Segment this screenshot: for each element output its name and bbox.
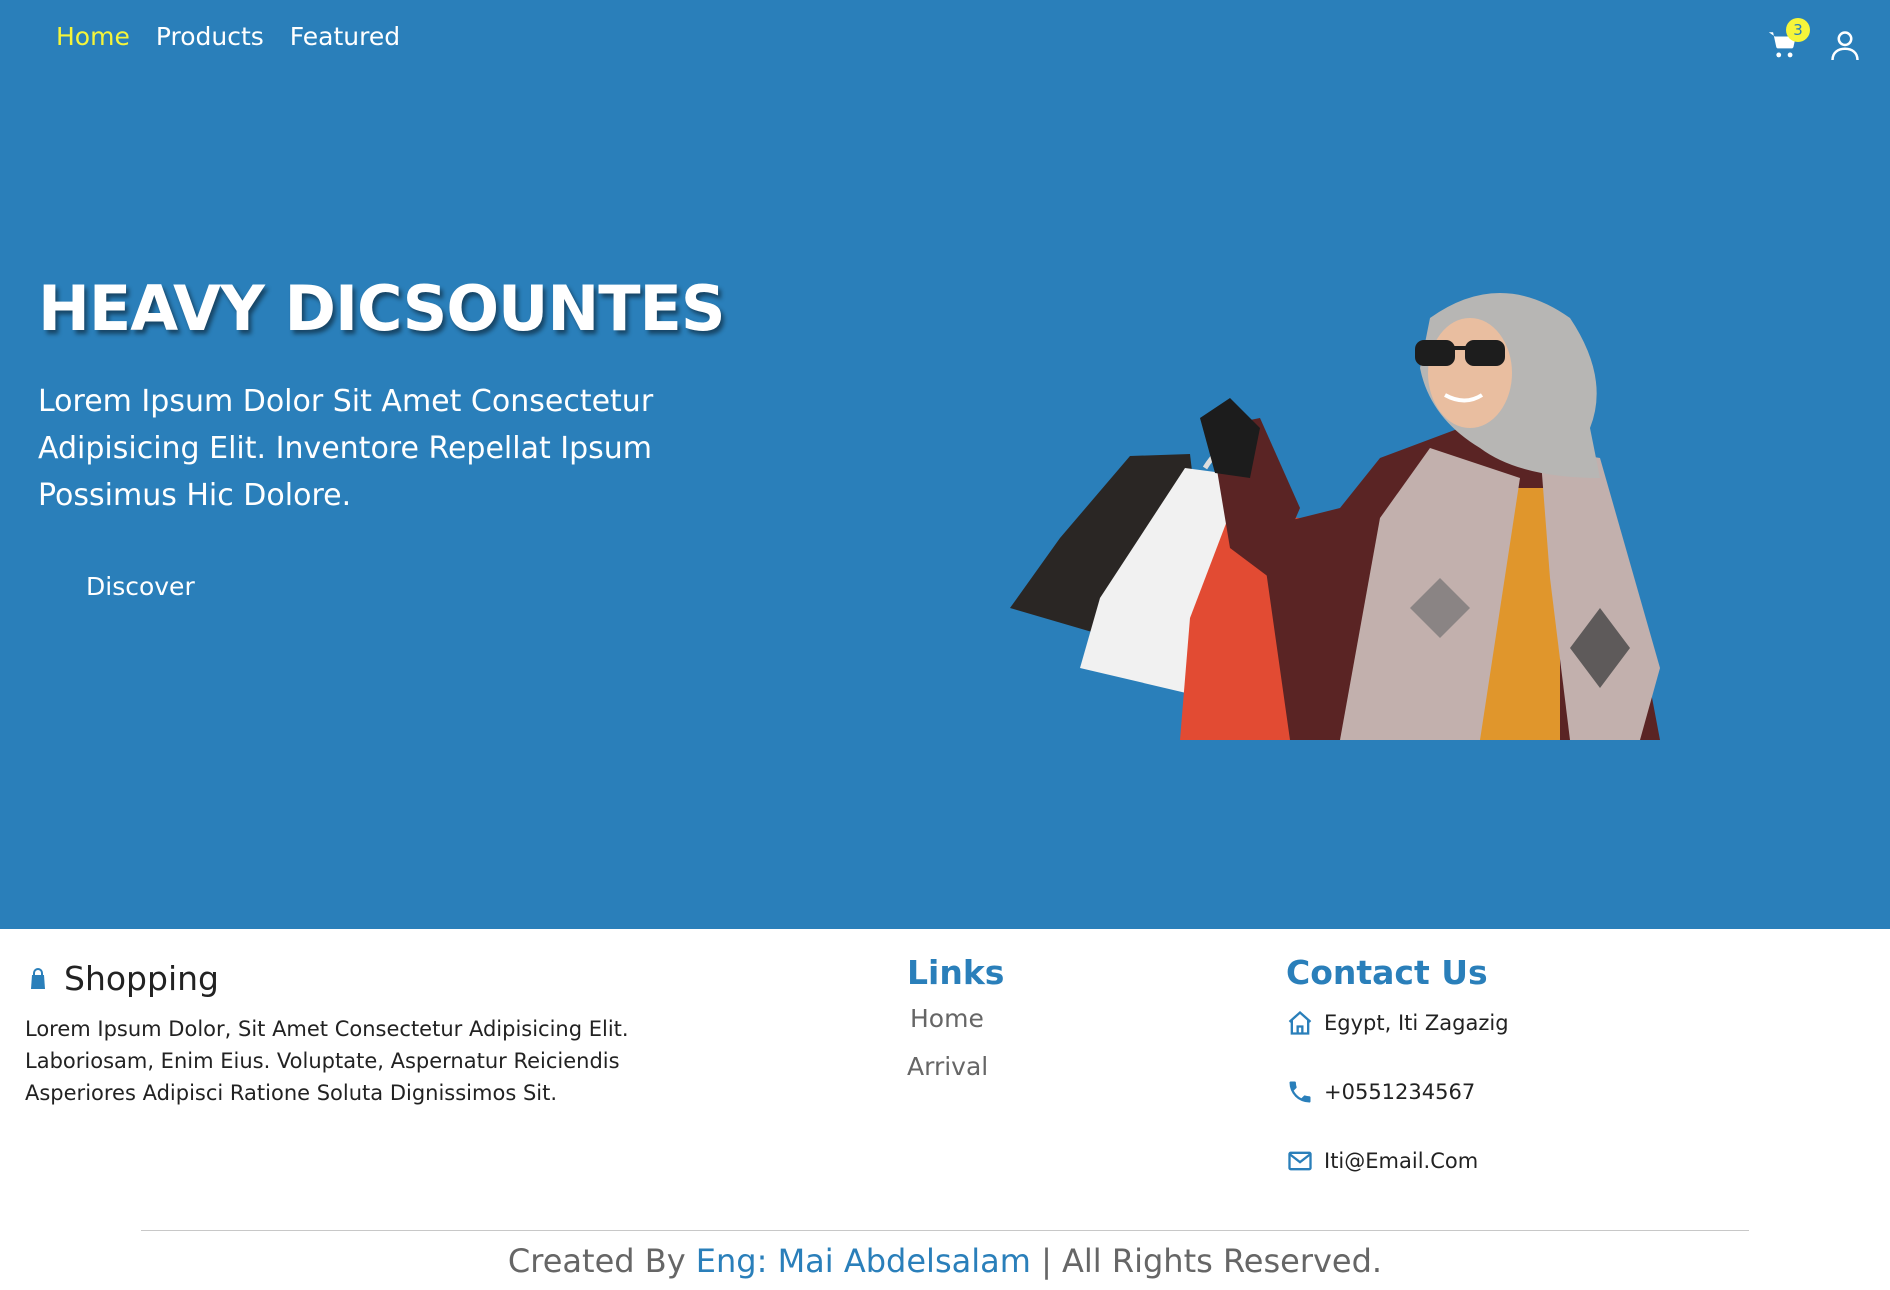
contact-email-text: Iti@Email.Com (1324, 1149, 1479, 1173)
hero-title: HEAVY DICSOUNTES (38, 272, 726, 345)
user-button[interactable] (1830, 28, 1860, 62)
user-icon (1831, 31, 1859, 61)
links-heading: Links (907, 953, 1005, 992)
mail-icon (1288, 1151, 1312, 1171)
footer-link-home[interactable]: Home (910, 1004, 984, 1033)
shopping-bag-icon (31, 967, 45, 989)
nav-item-featured[interactable]: Featured (290, 22, 400, 51)
contact-address: Egypt, Iti Zagazig (1286, 1009, 1509, 1037)
contact-address-text: Egypt, Iti Zagazig (1324, 1011, 1509, 1035)
hero-shopper-illustration (1010, 293, 1660, 740)
home-icon (1288, 1010, 1312, 1035)
contact-email: Iti@Email.Com (1286, 1147, 1478, 1175)
contact-phone-text: +0551234567 (1324, 1080, 1476, 1104)
cart-button[interactable]: 3 (1766, 18, 1810, 62)
brand-title: Shopping (64, 959, 219, 998)
contact-heading: Contact Us (1286, 953, 1488, 992)
hero-description: Lorem Ipsum Dolor Sit Amet Consectetur A… (38, 384, 654, 513)
nav-item-products[interactable]: Products (156, 22, 264, 51)
cart-count-badge: 3 (1786, 18, 1810, 42)
footer: Shopping Lorem Ipsum Dolor, Sit Amet Con… (0, 929, 1890, 1290)
phone-icon (1289, 1081, 1311, 1103)
header-icons: 3 (1766, 18, 1860, 62)
discover-button[interactable]: Discover (70, 566, 211, 607)
copyright-suffix: | All Rights Reserved. (1041, 1242, 1383, 1280)
footer-about-text: Lorem Ipsum Dolor, Sit Amet Consectetur … (25, 1017, 629, 1105)
nav-item-home[interactable]: Home (56, 22, 130, 51)
hero-section: Home Products Featured 3 HEAVY DICSOUNTE… (0, 0, 1890, 929)
copyright: Created By Eng: Mai Abdelsalam | All Rig… (0, 1242, 1890, 1280)
contact-phone: +0551234567 (1286, 1078, 1475, 1106)
footer-divider (141, 1230, 1749, 1231)
main-nav: Home Products Featured (56, 22, 426, 51)
copyright-author: Eng: Mai Abdelsalam (695, 1242, 1031, 1280)
footer-link-arrival[interactable]: Arrival (907, 1052, 988, 1081)
copyright-prefix: Created By (507, 1242, 686, 1280)
footer-brand: Shopping (26, 959, 219, 998)
